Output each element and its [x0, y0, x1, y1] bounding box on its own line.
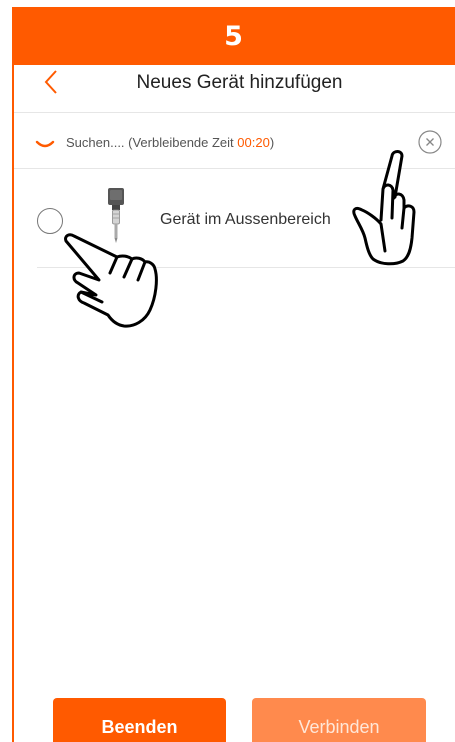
pointing-hand-icon	[352, 150, 416, 266]
step-banner: 5	[12, 7, 455, 65]
connect-button[interactable]: Verbinden	[252, 698, 426, 742]
pointing-hand-icon	[64, 233, 158, 328]
step-number: 5	[224, 20, 243, 52]
header-divider	[14, 112, 455, 113]
loading-spinner-icon	[35, 140, 55, 148]
finish-button[interactable]: Beenden	[53, 698, 226, 742]
device-radio[interactable]	[37, 208, 63, 234]
search-status-text: Suchen.... (Verbleibende Zeit 00:20)	[66, 135, 274, 150]
search-label: Suchen.... (Verbleibende Zeit	[66, 135, 238, 150]
device-name: Gerät im Aussenbereich	[160, 211, 331, 228]
page-title: Neues Gerät hinzufügen	[136, 72, 343, 93]
app-header: Neues Gerät hinzufügen	[14, 65, 455, 112]
search-suffix: )	[269, 135, 275, 150]
search-time-remaining: 00:20	[237, 135, 270, 150]
